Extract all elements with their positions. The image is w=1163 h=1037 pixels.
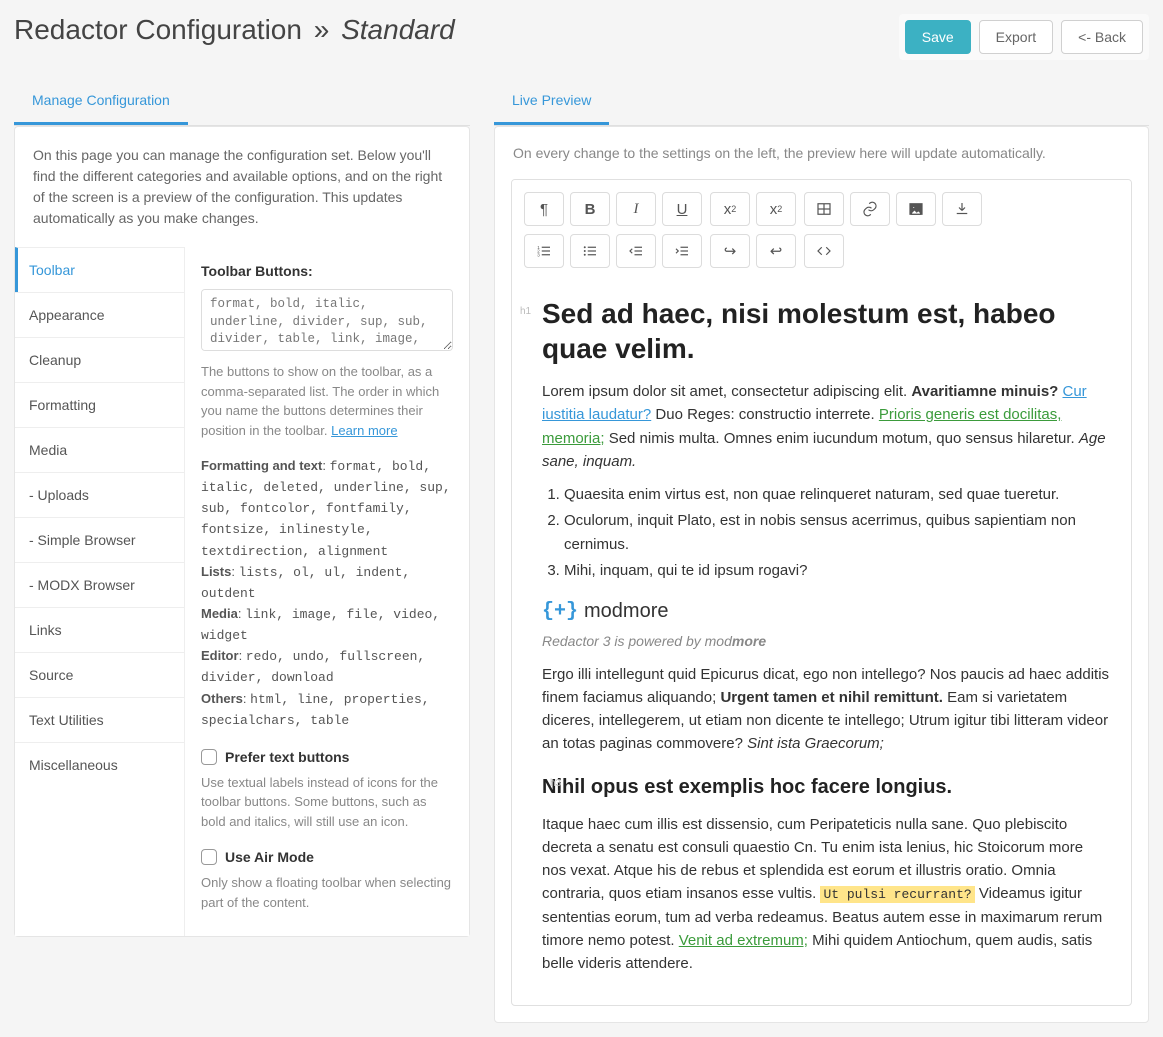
left-description: On this page you can manage the configur… <box>15 127 469 247</box>
prefer-text-label: Prefer text buttons <box>225 749 349 765</box>
learn-more-link[interactable]: Learn more <box>331 423 397 438</box>
toolbar-buttons-input[interactable]: format, bold, italic, underline, divider… <box>201 289 453 351</box>
download-button[interactable] <box>942 192 982 226</box>
settings-sidebar: Toolbar Appearance Cleanup Formatting Me… <box>15 247 185 936</box>
content-paragraph-3: Itaque haec cum illis est dissensio, cum… <box>542 813 1111 976</box>
list-item: Oculorum, inquit Plato, est in nobis sen… <box>564 509 1111 556</box>
air-mode-label: Use Air Mode <box>225 849 314 865</box>
save-button[interactable]: Save <box>905 20 971 54</box>
left-tabs: Manage Configuration <box>14 78 470 126</box>
format-button[interactable]: ¶ <box>524 192 564 226</box>
back-button[interactable]: <- Back <box>1061 20 1143 54</box>
undo-button[interactable]: ↩ <box>756 234 796 268</box>
indent-icon <box>673 242 691 260</box>
sidebar-item-media[interactable]: Media <box>15 427 184 472</box>
title-prefix: Redactor Configuration <box>14 14 302 45</box>
code-icon <box>815 242 833 260</box>
group-formatting-label: Formatting and text <box>201 458 322 473</box>
italic-button[interactable]: I <box>616 192 656 226</box>
ul-icon <box>581 242 599 260</box>
sidebar-item-modx-browser[interactable]: - MODX Browser <box>15 562 184 607</box>
list-item: Mihi, inquam, qui te id ipsum rogavi? <box>564 559 1111 582</box>
content-paragraph-2: Ergo illi intellegunt quid Epicurus dica… <box>542 663 1111 756</box>
right-tabs: Live Preview <box>494 78 1149 126</box>
checkbox-icon <box>201 749 217 765</box>
editor: ¶ B I U x2 x2 <box>511 179 1132 1006</box>
sidebar-item-toolbar[interactable]: Toolbar <box>15 247 184 292</box>
h3-marker: h3 <box>550 776 561 792</box>
outdent-icon <box>627 242 645 260</box>
sidebar-item-source[interactable]: Source <box>15 652 184 697</box>
logo-brackets-icon: {+} <box>542 596 578 627</box>
editor-content[interactable]: h1 Sed ad haec, nisi molestum est, habeo… <box>512 280 1131 1005</box>
group-formatting-items: format, bold, italic, deleted, underline… <box>201 459 451 559</box>
bold-button[interactable]: B <box>570 192 610 226</box>
content-logo-caption: Redactor 3 is powered by modmore <box>542 631 1111 653</box>
sidebar-item-simple-browser[interactable]: - Simple Browser <box>15 517 184 562</box>
title-name: Standard <box>341 14 455 45</box>
content-paragraph-1: Lorem ipsum dolor sit amet, consectetur … <box>542 380 1111 473</box>
group-lists-items: lists, ol, ul, indent, outdent <box>201 565 410 601</box>
table-button[interactable] <box>804 192 844 226</box>
content-highlight: Ut pulsi recurrant? <box>820 886 974 903</box>
sidebar-item-links[interactable]: Links <box>15 607 184 652</box>
table-icon <box>815 200 833 218</box>
sidebar-item-formatting[interactable]: Formatting <box>15 382 184 427</box>
ordered-list-button[interactable]: 123 <box>524 234 564 268</box>
content-link-3[interactable]: Venit ad extremum; <box>679 932 808 949</box>
link-icon <box>861 200 879 218</box>
toolbar-buttons-heading: Toolbar Buttons: <box>201 263 453 279</box>
toolbar-buttons-help: The buttons to show on the toolbar, as a… <box>201 362 453 440</box>
group-lists-label: Lists <box>201 564 231 579</box>
air-mode-help: Only show a floating toolbar when select… <box>201 873 453 912</box>
checkbox-icon <box>201 849 217 865</box>
action-bar: Save Export <- Back <box>899 14 1149 60</box>
editor-toolbar: ¶ B I U x2 x2 <box>512 180 1131 280</box>
download-icon <box>953 200 971 218</box>
indent-button[interactable] <box>662 234 702 268</box>
sidebar-item-uploads[interactable]: - Uploads <box>15 472 184 517</box>
sidebar-item-miscellaneous[interactable]: Miscellaneous <box>15 742 184 787</box>
tab-manage-configuration[interactable]: Manage Configuration <box>14 78 188 125</box>
sidebar-item-appearance[interactable]: Appearance <box>15 292 184 337</box>
group-editor-label: Editor <box>201 648 239 663</box>
page-title: Redactor Configuration » Standard <box>14 14 455 46</box>
link-button[interactable] <box>850 192 890 226</box>
superscript-button[interactable]: x2 <box>710 192 750 226</box>
redo-button[interactable]: ↪ <box>710 234 750 268</box>
svg-text:3: 3 <box>537 252 540 257</box>
content-logo: {+} modmore <box>542 596 1111 627</box>
outdent-button[interactable] <box>616 234 656 268</box>
logo-text: modmore <box>584 596 668 627</box>
air-mode-checkbox[interactable]: Use Air Mode <box>201 849 453 865</box>
prefer-text-help: Use textual labels instead of icons for … <box>201 773 453 832</box>
content-ordered-list: Quaesita enim virtus est, non quae relin… <box>564 483 1111 582</box>
h1-marker: h1 <box>520 304 531 320</box>
export-button[interactable]: Export <box>979 20 1053 54</box>
list-item: Quaesita enim virtus est, non quae relin… <box>564 483 1111 506</box>
title-sep: » <box>314 14 330 45</box>
group-media-label: Media <box>201 606 238 621</box>
subscript-button[interactable]: x2 <box>756 192 796 226</box>
underline-button[interactable]: U <box>662 192 702 226</box>
content-heading-3: Nihil opus est exemplis hoc facere longi… <box>542 772 1111 803</box>
tab-live-preview[interactable]: Live Preview <box>494 78 609 125</box>
ol-icon: 123 <box>535 242 553 260</box>
sidebar-item-text-utilities[interactable]: Text Utilities <box>15 697 184 742</box>
image-button[interactable] <box>896 192 936 226</box>
unordered-list-button[interactable] <box>570 234 610 268</box>
html-button[interactable] <box>804 234 844 268</box>
prefer-text-checkbox[interactable]: Prefer text buttons <box>201 749 453 765</box>
content-heading-1: Sed ad haec, nisi molestum est, habeo qu… <box>542 296 1111 366</box>
image-icon <box>907 200 925 218</box>
preview-description: On every change to the settings on the l… <box>495 127 1148 179</box>
group-others-label: Others <box>201 691 243 706</box>
sidebar-item-cleanup[interactable]: Cleanup <box>15 337 184 382</box>
